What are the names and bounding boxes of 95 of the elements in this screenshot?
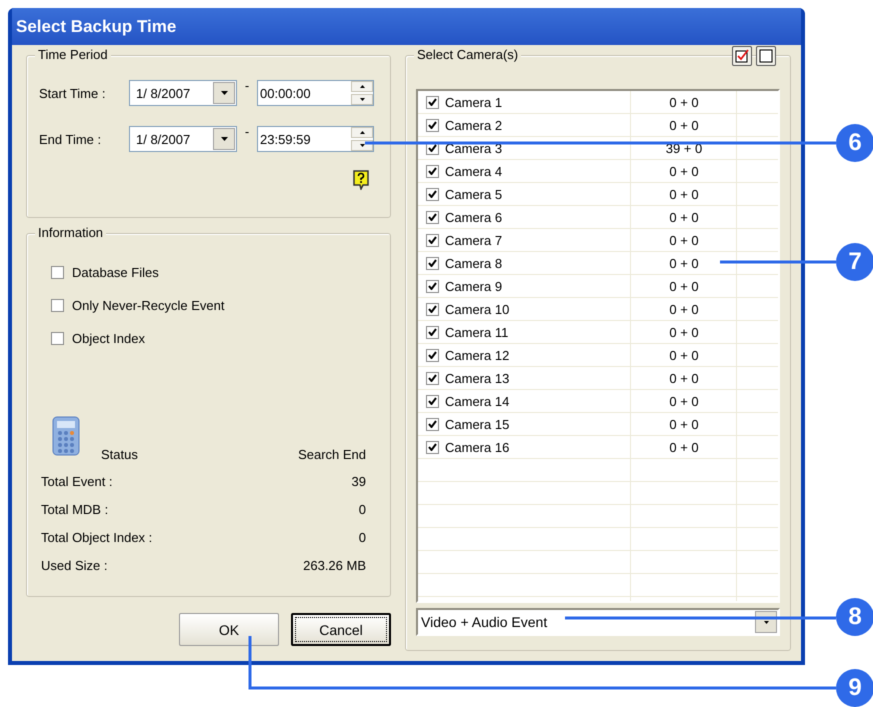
checkbox[interactable]	[426, 234, 439, 246]
list-item[interactable]: Camera 6	[418, 206, 630, 228]
checkbox[interactable]	[426, 280, 439, 292]
checkbox[interactable]	[426, 418, 439, 430]
list-item[interactable]: Camera 2	[418, 114, 630, 136]
callout-badge: 8	[836, 598, 873, 636]
separator-text: -	[244, 78, 250, 93]
table-cell-text: 0 + 0	[668, 94, 700, 112]
checkbox[interactable]	[426, 256, 439, 270]
stat-value: 39	[352, 474, 366, 488]
table-cell-text: 0 + 0	[668, 254, 700, 272]
table-cell-text: 0 + 0	[668, 392, 700, 410]
table-cell-text: 0 + 0	[668, 162, 700, 180]
list-item[interactable]: Camera 12	[418, 344, 630, 366]
checkbox[interactable]	[426, 164, 439, 178]
list-item[interactable]: Camera 14	[418, 390, 630, 412]
checkbox[interactable]	[426, 210, 439, 224]
time-field[interactable]: 23:59:59	[257, 126, 374, 152]
callout-badge: 9	[836, 669, 873, 707]
stat-label: Used Size :	[41, 558, 108, 572]
dropdown-arrow-icon[interactable]	[764, 620, 768, 624]
checkbox[interactable]	[426, 302, 439, 316]
stat-label: Total Event :	[41, 474, 113, 488]
time-field[interactable]: 00:00:00	[257, 80, 374, 106]
spin-up-button[interactable]	[351, 127, 373, 138]
list-item[interactable]: Camera 9	[418, 275, 630, 297]
checkbox[interactable]	[426, 394, 439, 408]
table-cell-text: 0 + 0	[668, 346, 700, 364]
list-item[interactable]: Camera 15	[418, 413, 630, 435]
table-cell-text: 0 + 0	[668, 370, 700, 388]
stat-label: Total Object Index :	[41, 530, 152, 544]
checkbox[interactable]	[426, 326, 439, 338]
checkbox[interactable]	[426, 96, 439, 108]
stat-value: 263.26 MB	[303, 558, 366, 572]
stat-value: 0	[358, 530, 366, 544]
list-item[interactable]: Camera 1	[418, 91, 630, 113]
checkbox[interactable]	[51, 266, 64, 279]
down-arrow-icon[interactable]	[360, 98, 364, 101]
list-item[interactable]: Camera 8	[418, 252, 630, 274]
checkbox[interactable]	[426, 372, 439, 384]
spin-down-button[interactable]	[351, 140, 373, 151]
callout-badge: 7	[836, 243, 873, 281]
checkbox[interactable]	[426, 348, 439, 362]
checkbox[interactable]	[51, 332, 64, 345]
window-title: Select Backup Time	[16, 16, 176, 36]
checkbox[interactable]	[426, 440, 439, 454]
checkbox-label: Object Index	[72, 331, 145, 346]
table-cell-text: 0 + 0	[668, 416, 700, 434]
table-cell-text: 0 + 0	[668, 278, 700, 296]
down-arrow-icon[interactable]	[360, 144, 364, 147]
select-all-button[interactable]	[732, 46, 752, 66]
status-label: Status	[101, 447, 138, 464]
dropdown-arrow-icon[interactable]	[220, 137, 228, 141]
callout-badge: 6	[836, 124, 873, 162]
checkbox[interactable]	[51, 299, 64, 312]
date-picker[interactable]: 1/ 8/2007	[129, 80, 237, 106]
dropdown-arrow-icon[interactable]	[220, 91, 228, 95]
list-item[interactable]: Camera 10	[418, 298, 630, 320]
table-cell-text: 0 + 0	[668, 208, 700, 226]
cancel-button[interactable]: Cancel	[291, 613, 391, 646]
help-icon[interactable]	[352, 170, 370, 190]
select-none-button[interactable]	[756, 46, 776, 66]
status-value: Search End	[298, 447, 366, 464]
checkbox[interactable]	[426, 118, 439, 132]
checkbox-label: Database Files	[72, 265, 159, 280]
group-title: Time Period	[35, 47, 111, 62]
up-arrow-icon[interactable]	[360, 131, 364, 134]
table-cell-text: 0 + 0	[668, 300, 700, 318]
table-cell-text: 0 + 0	[668, 324, 700, 342]
table-cell-text: 0 + 0	[668, 438, 700, 456]
table-cell-text: 0 + 0	[668, 232, 700, 250]
list-item[interactable]: Camera 5	[418, 183, 630, 205]
field-label: End Time :	[39, 132, 102, 146]
stat-value: 0	[358, 502, 366, 516]
field-label: Start Time :	[39, 86, 106, 100]
checkbox[interactable]	[426, 188, 439, 200]
list-item[interactable]: Camera 13	[418, 367, 630, 389]
list-item[interactable]: Camera 11	[418, 321, 630, 343]
up-arrow-icon[interactable]	[360, 85, 364, 88]
calculator-icon	[51, 415, 81, 457]
group-title: Select Camera(s)	[414, 47, 522, 62]
checkbox-label: Only Never-Recycle Event	[72, 298, 224, 313]
list-item[interactable]: Camera 16	[418, 436, 630, 458]
table-cell-text: 0 + 0	[668, 116, 700, 134]
stat-label: Total MDB :	[41, 502, 108, 516]
table-cell-text: 0 + 0	[668, 186, 700, 204]
spin-down-button[interactable]	[351, 94, 373, 105]
dropdown[interactable]: Video + Audio Event	[416, 608, 780, 636]
date-picker[interactable]: 1/ 8/2007	[129, 126, 237, 152]
group-title: Information	[35, 225, 106, 240]
separator-text: -	[244, 124, 250, 139]
ok-button[interactable]: OK	[179, 613, 279, 646]
list-item[interactable]: Camera 4	[418, 160, 630, 182]
spin-up-button[interactable]	[351, 81, 373, 92]
list-item[interactable]: Camera 7	[418, 229, 630, 251]
